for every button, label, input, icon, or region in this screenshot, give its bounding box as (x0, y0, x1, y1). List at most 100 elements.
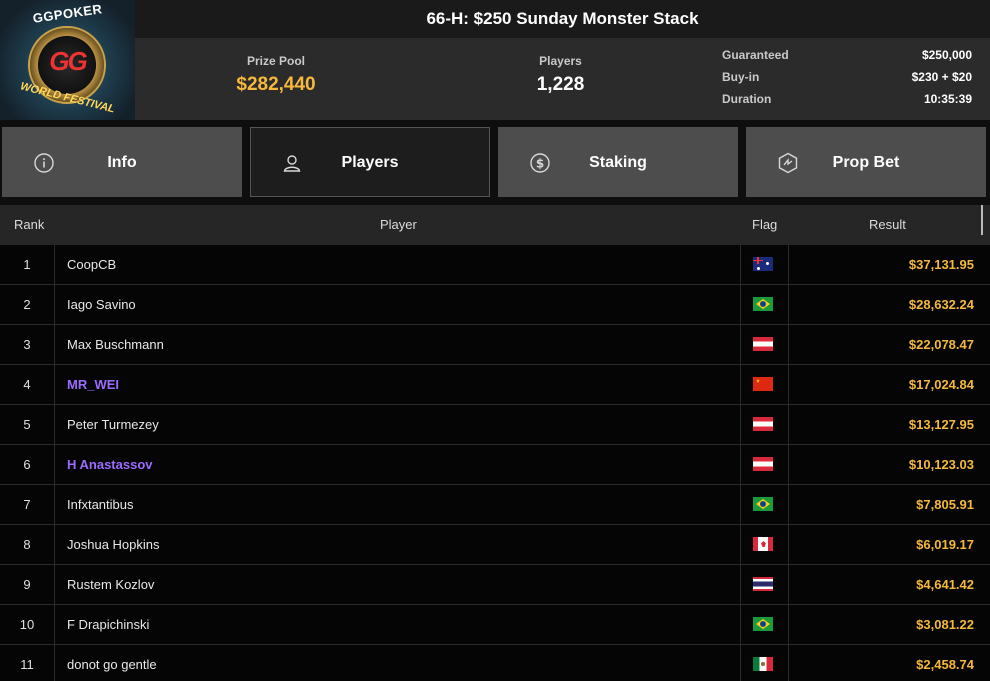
flag-cell (741, 325, 789, 365)
rank-cell: 8 (0, 525, 55, 565)
stats-panel: Prize Pool $282,440 Players 1,228 Guaran… (135, 38, 990, 120)
flag-cell (741, 645, 789, 681)
tab-staking[interactable]: $ Staking (498, 127, 738, 197)
rank-cell: 7 (0, 485, 55, 525)
tournament-details: Guaranteed $250,000 Buy-in $230 + $20 Du… (722, 44, 972, 110)
tab-prop-bet[interactable]: Prop Bet (746, 127, 986, 197)
detail-value: $230 + $20 (911, 70, 972, 84)
header-flag: Flag (752, 217, 778, 232)
header-result: Result (869, 217, 906, 232)
player-name-cell[interactable]: Joshua Hopkins (55, 525, 741, 565)
flag-at-icon (753, 417, 773, 431)
player-name-cell[interactable]: Iago Savino (55, 285, 741, 325)
result-cell: $6,019.17 (916, 537, 974, 552)
players-label: Players (539, 54, 582, 68)
table-body: 1 CoopCB $37,131.95 2 Iago Savino $28,632.24 3… (0, 245, 990, 681)
flag-br-icon (753, 617, 773, 631)
player-name-cell[interactable]: donot go gentle (55, 645, 741, 681)
rank-cell: 10 (0, 605, 55, 645)
detail-row-duration: Duration 10:35:39 (722, 88, 972, 110)
tab-label: Prop Bet (832, 154, 900, 171)
table-row[interactable]: 5 Peter Turmezey $13,127.95 (0, 405, 990, 445)
table-row[interactable]: 6H Anastassov $10,123.03 (0, 445, 990, 485)
flag-au-icon (753, 257, 773, 271)
flag-th-icon (753, 577, 773, 591)
flag-cn-icon (753, 377, 773, 391)
detail-key: Guaranteed (722, 48, 789, 62)
header-rank: Rank (14, 217, 45, 232)
flag-cell (741, 605, 789, 645)
flag-cell (741, 405, 789, 445)
tab-label: Players (341, 154, 399, 171)
header-player: Player (380, 217, 417, 232)
flag-br-icon (753, 297, 773, 311)
table-row[interactable]: 4 MR_WEI $17,024.84 (0, 365, 990, 405)
detail-value: 10:35:39 (923, 92, 972, 106)
player-name-cell[interactable]: CoopCB (55, 245, 741, 285)
result-cell: $10,123.03 (908, 457, 974, 472)
flag-cell (741, 245, 789, 285)
detail-key: Duration (722, 92, 772, 106)
flag-cell (741, 285, 789, 325)
players-value: 1,228 (536, 74, 585, 95)
detail-key: Buy-in (722, 70, 760, 84)
players-stat: Players 1,228 (418, 38, 703, 120)
result-cell: $7,805.91 (916, 497, 974, 512)
prize-pool-value: $282,440 (236, 74, 316, 95)
player-name-cell[interactable]: Peter Turmezey (55, 405, 741, 445)
table-row[interactable]: 1 CoopCB $37,131.95 (0, 245, 990, 285)
logo-mark: GG (49, 46, 87, 76)
table-row[interactable]: 3 Max Buschmann $22,078.47 (0, 325, 990, 365)
flag-at-icon (753, 457, 773, 471)
player-name-cell[interactable]: Rustem Kozlov (55, 565, 741, 605)
result-cell: $3,081.22 (916, 617, 974, 632)
player-name-cell[interactable]: Max Buschmann (55, 325, 741, 365)
table-row[interactable]: 8 Joshua Hopkins $6,019.17 (0, 525, 990, 565)
table-row[interactable]: 11 donot go gentle $2,458.74 (0, 645, 990, 681)
flag-cell (741, 485, 789, 525)
result-cell: $2,458.74 (916, 657, 974, 672)
tab-players[interactable]: Players (250, 127, 490, 197)
result-cell: $4,641.42 (916, 577, 974, 592)
tab-bar: Info Players $ Staking Prop Bet (0, 127, 990, 197)
prize-pool-label: Prize Pool (246, 54, 305, 68)
rank-cell: 9 (0, 565, 55, 605)
table-row[interactable]: 10 F Drapichinski $3,081.22 (0, 605, 990, 645)
scrollbar-thumb[interactable] (981, 205, 983, 235)
table-row[interactable]: 9 Rustem Kozlov $4,641.42 (0, 565, 990, 605)
tab-label: Staking (589, 154, 647, 171)
rank-cell: 3 (0, 325, 55, 365)
player-name-cell[interactable]: F Drapichinski (55, 605, 741, 645)
flag-cell (741, 445, 789, 485)
rank-cell: 1 (0, 245, 55, 285)
detail-row-buy-in: Buy-in $230 + $20 (722, 66, 972, 88)
table-row[interactable]: 2 Iago Savino $28,632.24 (0, 285, 990, 325)
table-header: Rank Player Flag Result (0, 205, 990, 245)
players-table: Rank Player Flag Result 1 CoopCB $37,131.9… (0, 205, 990, 681)
detail-value: $250,000 (921, 48, 972, 62)
flag-br-icon (753, 497, 773, 511)
result-cell: $28,632.24 (908, 297, 974, 312)
player-name-cell[interactable]: Infxtantibus (55, 485, 741, 525)
flag-cell (741, 565, 789, 605)
flag-cell (741, 525, 789, 565)
rank-cell: 4 (0, 365, 55, 405)
player-name-cell[interactable]: MR_WEI (55, 365, 741, 405)
header: GGPOKER GG WORLD FESTIVAL 66-H: $250 Sun… (0, 0, 990, 120)
table-row[interactable]: 7 Infxtantibus $7,805.91 (0, 485, 990, 525)
rank-cell: 11 (0, 645, 55, 681)
flag-ca-icon (753, 537, 773, 551)
flag-cell (741, 365, 789, 405)
detail-row-guaranteed: Guaranteed $250,000 (722, 44, 972, 66)
player-name-cell[interactable]: H Anastassov (55, 445, 741, 485)
result-cell: $17,024.84 (908, 377, 974, 392)
tournament-title: 66-H: $250 Sunday Monster Stack (135, 0, 990, 38)
flag-at-icon (753, 337, 773, 351)
tournament-window: GGPOKER GG WORLD FESTIVAL 66-H: $250 Sun… (0, 0, 990, 681)
rank-cell: 5 (0, 405, 55, 445)
flag-mx-icon (753, 657, 773, 671)
tab-info[interactable]: Info (2, 127, 242, 197)
rank-cell: 6 (0, 445, 55, 485)
rank-cell: 2 (0, 285, 55, 325)
ggpoker-world-festival-logo: GGPOKER GG WORLD FESTIVAL (0, 0, 135, 120)
